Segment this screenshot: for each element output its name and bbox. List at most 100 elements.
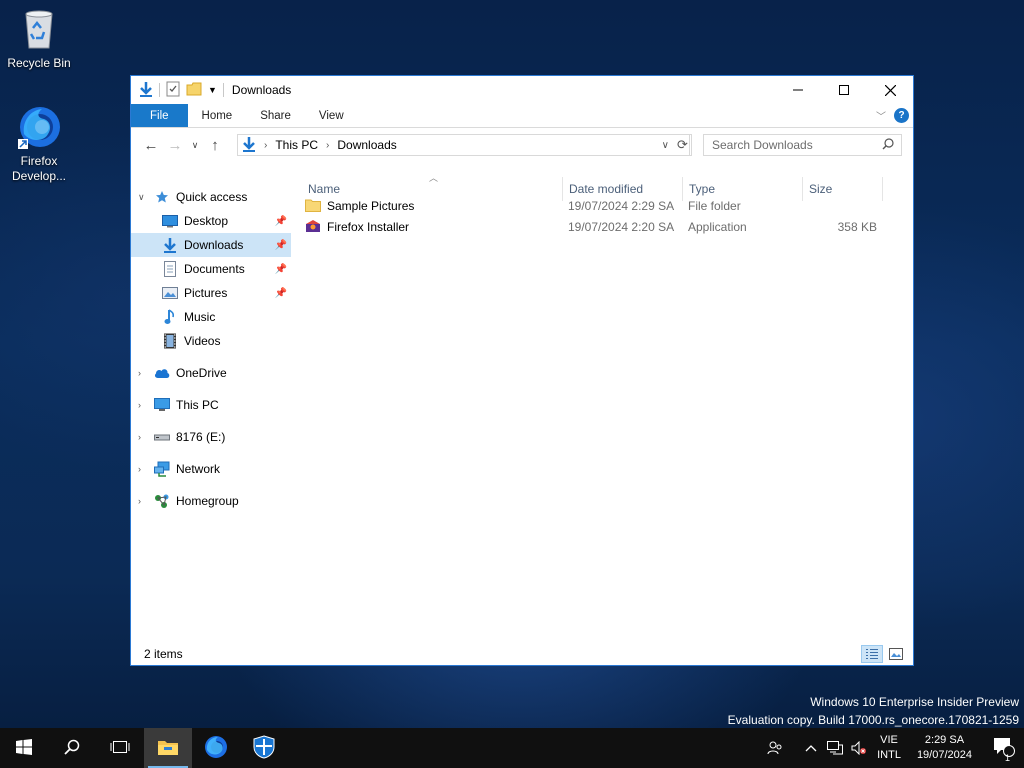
minimize-button[interactable] <box>775 76 821 104</box>
music-icon <box>162 309 178 325</box>
chevron-up-icon[interactable] <box>799 744 823 752</box>
desktop-icon-label-line1: Firefox <box>20 154 58 168</box>
title-bar[interactable]: ▼ Downloads <box>131 76 913 104</box>
address-bar[interactable]: › This PC › Downloads ∨ <box>237 134 690 156</box>
file-row[interactable]: Sample Pictures 19/07/2024 2:29 SA File … <box>305 196 885 216</box>
sidebar-item-label: This PC <box>176 398 219 412</box>
customize-toolbar-icon[interactable]: ▼ <box>208 85 217 95</box>
large-icons-view-button[interactable] <box>885 645 907 663</box>
language-code: VIE <box>880 734 898 746</box>
sidebar-item-label: Downloads <box>184 238 244 252</box>
refresh-button[interactable]: ⟳ <box>674 134 692 156</box>
back-button[interactable]: ← <box>139 137 163 154</box>
windows-defender-icon <box>252 734 276 762</box>
toolbar-separator <box>159 83 160 97</box>
clock[interactable]: 2:29 SA 19/07/2024 <box>917 733 972 763</box>
desktop-icon-label-line2: Develop... <box>11 169 67 183</box>
column-header-label: Name <box>308 182 341 196</box>
sidebar-item-network[interactable]: › Network <box>131 457 291 481</box>
file-row[interactable]: Firefox Installer 19/07/2024 2:20 SA App… <box>305 217 885 237</box>
expand-arrow-icon[interactable]: › <box>138 368 141 378</box>
forward-button[interactable]: → <box>163 137 187 154</box>
expand-arrow-icon[interactable]: › <box>138 400 141 410</box>
expand-arrow-icon[interactable]: › <box>138 432 141 442</box>
collapse-arrow-icon[interactable]: ∨ <box>138 192 145 203</box>
people-icon[interactable] <box>763 740 787 756</box>
sidebar-item-documents[interactable]: Documents 📌 <box>131 257 291 281</box>
tab-view[interactable]: View <box>305 104 358 127</box>
search-icon[interactable] <box>882 138 894 153</box>
sidebar-item-drive-e[interactable]: › 8176 (E:) <box>131 425 291 449</box>
file-name: Firefox Installer <box>327 220 410 234</box>
tab-home[interactable]: Home <box>188 104 247 127</box>
breadcrumb-this-pc[interactable]: This PC <box>275 138 318 152</box>
pin-icon[interactable]: 📌 <box>275 264 287 275</box>
sidebar-item-videos[interactable]: Videos <box>131 329 291 353</box>
language-indicator[interactable]: VIE INTL <box>877 733 901 763</box>
navigation-bar: ← → ∨ ↑ › This PC › Downloads ∨ ⟳ <box>131 128 913 162</box>
documents-icon <box>162 261 178 277</box>
star-icon <box>154 189 170 205</box>
sidebar-item-music[interactable]: Music <box>131 305 291 329</box>
item-count: 2 items <box>144 647 183 661</box>
pin-icon[interactable]: 📌 <box>275 216 287 227</box>
properties-icon[interactable] <box>166 81 180 100</box>
sidebar-item-this-pc[interactable]: › This PC <box>131 393 291 417</box>
chevron-right-icon[interactable]: › <box>326 140 329 151</box>
pictures-icon <box>162 285 178 301</box>
address-dropdown-icon[interactable]: ∨ <box>662 140 669 151</box>
installer-icon <box>305 219 321 236</box>
taskbar-firefox[interactable] <box>192 728 240 768</box>
action-center-button[interactable]: 1 <box>984 737 1024 763</box>
new-folder-icon[interactable] <box>186 81 202 100</box>
sidebar-item-label: Network <box>176 462 221 476</box>
recent-locations-button[interactable]: ∨ <box>187 140 203 151</box>
sidebar-item-homegroup[interactable]: › Homegroup <box>131 489 291 513</box>
desktop-icon-firefox-developer[interactable]: Firefox Develop... <box>1 104 77 184</box>
navigation-pane: ∨ Quick access Desktop 📌 Downloads 📌 Doc… <box>131 177 291 647</box>
taskbar-windows-defender[interactable] <box>240 728 288 768</box>
sidebar-item-downloads[interactable]: Downloads 📌 <box>131 233 291 257</box>
taskbar-file-explorer[interactable] <box>144 728 192 768</box>
start-icon <box>16 738 32 758</box>
file-explorer-window: ▼ Downloads File Home Share View ﹀ ? ← →… <box>130 75 914 666</box>
sidebar-item-label: Videos <box>184 334 221 348</box>
quick-access-toolbar: ▼ <box>131 76 224 104</box>
expand-ribbon-icon[interactable]: ﹀ <box>876 108 886 123</box>
details-view-button[interactable] <box>861 645 883 663</box>
pin-icon[interactable]: 📌 <box>275 240 287 251</box>
breadcrumb: › This PC › Downloads <box>264 138 397 152</box>
network-status-icon[interactable] <box>823 741 847 755</box>
sidebar-item-onedrive[interactable]: › OneDrive <box>131 361 291 385</box>
expand-arrow-icon[interactable]: › <box>138 464 141 474</box>
task-view-button[interactable] <box>96 728 144 768</box>
firefox-developer-icon <box>16 104 62 150</box>
status-bar: 2 items <box>131 643 913 665</box>
expand-arrow-icon[interactable]: › <box>138 496 141 506</box>
start-button[interactable] <box>0 728 48 768</box>
search-icon <box>64 739 80 758</box>
help-icon[interactable]: ? <box>894 108 909 123</box>
sidebar-item-label: Pictures <box>184 286 228 300</box>
pin-icon[interactable]: 📌 <box>275 288 287 299</box>
chevron-right-icon[interactable]: › <box>264 140 267 151</box>
maximize-button[interactable] <box>821 76 867 104</box>
sidebar-item-desktop[interactable]: Desktop 📌 <box>131 209 291 233</box>
breadcrumb-downloads[interactable]: Downloads <box>337 138 396 152</box>
desktop-icon-recycle-bin[interactable]: Recycle Bin <box>1 6 77 71</box>
file-type: Application <box>688 220 747 234</box>
volume-muted-icon[interactable] <box>847 741 871 755</box>
tab-share[interactable]: Share <box>246 104 305 127</box>
notification-count: 1 <box>1005 752 1011 763</box>
file-row-sample-pictures[interactable] <box>303 271 883 291</box>
sidebar-item-label: OneDrive <box>176 366 227 380</box>
close-button[interactable] <box>867 76 913 104</box>
search-box[interactable] <box>703 134 902 156</box>
search-button[interactable] <box>48 728 96 768</box>
up-button[interactable]: ↑ <box>203 137 227 154</box>
search-input[interactable] <box>712 138 872 152</box>
sidebar-item-quick-access[interactable]: ∨ Quick access <box>131 185 291 209</box>
taskbar: VIE INTL 2:29 SA 19/07/2024 1 <box>0 728 1024 768</box>
sidebar-item-pictures[interactable]: Pictures 📌 <box>131 281 291 305</box>
tab-file[interactable]: File <box>131 104 188 127</box>
